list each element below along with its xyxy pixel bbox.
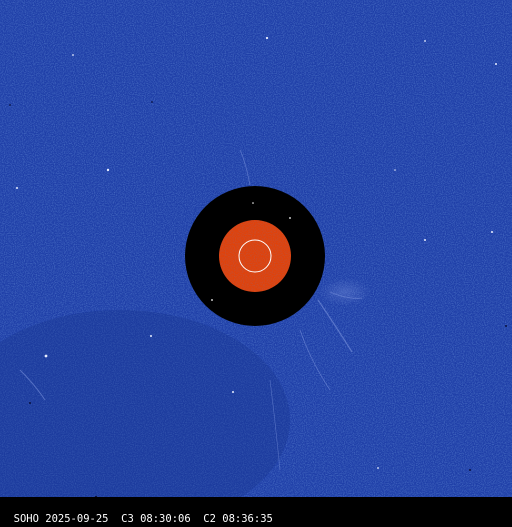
star — [16, 187, 18, 189]
star — [377, 467, 379, 469]
sun-disk-texture — [219, 220, 291, 292]
star — [72, 54, 74, 56]
occulter-speck — [252, 202, 254, 204]
image-caption: SOHO 2025-09-25 C3 08:30:06 C2 08:36:35 — [13, 513, 273, 525]
speck — [469, 469, 471, 471]
star — [495, 63, 497, 65]
caption-bar: SOHO 2025-09-25 C3 08:30:06 C2 08:36:35 — [0, 497, 512, 525]
occulter-speck — [211, 299, 213, 301]
star — [424, 40, 426, 42]
speck — [9, 104, 11, 106]
coronagraph-image — [0, 0, 512, 497]
occulter-speck — [289, 217, 291, 219]
star — [150, 335, 152, 337]
speck — [505, 325, 507, 327]
star — [232, 391, 234, 393]
cme-glow — [319, 278, 371, 306]
star — [265, 36, 269, 40]
star — [106, 168, 110, 172]
speck — [29, 402, 31, 404]
star — [394, 169, 396, 171]
speck — [151, 101, 153, 103]
star — [424, 239, 426, 241]
star — [44, 354, 48, 358]
star — [491, 231, 493, 233]
